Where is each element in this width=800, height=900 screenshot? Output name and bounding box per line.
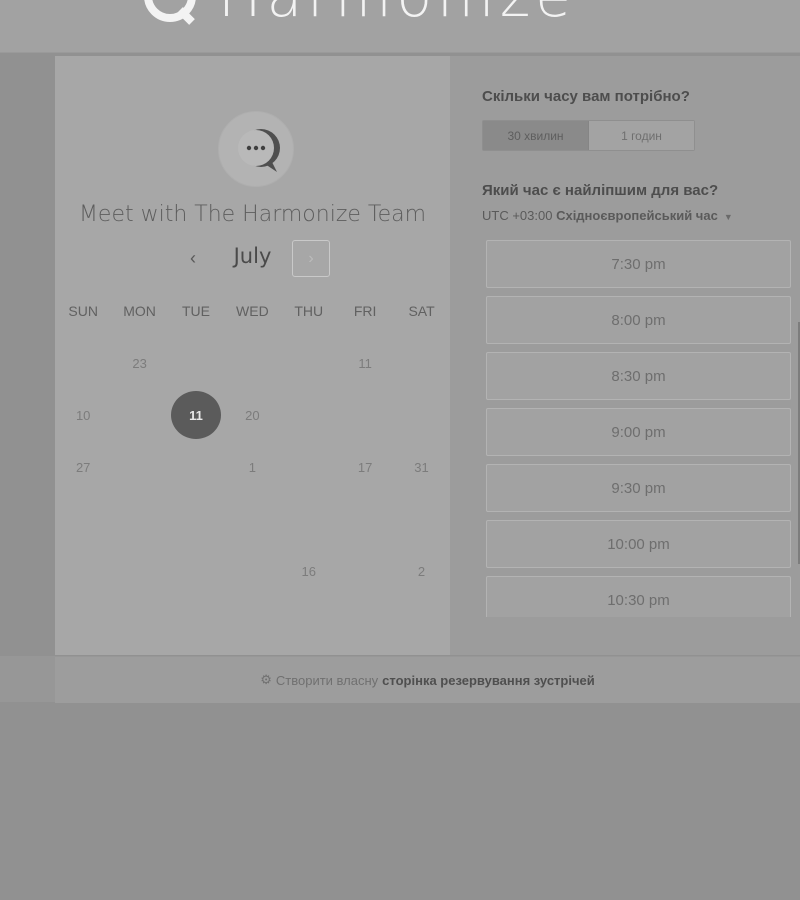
weekday-header: SUN MON TUE WED THU FRI SAT	[55, 303, 450, 323]
duration-30min-button[interactable]: 30 хвилин	[483, 121, 589, 150]
weekday-label: MON	[123, 303, 156, 319]
time-slot-list: 7:30 pm 8:00 pm 8:30 pm 9:00 pm 9:30 pm …	[486, 240, 791, 617]
calendar-day-selected[interactable]: 11	[168, 389, 224, 441]
weekday-label: WED	[236, 303, 269, 319]
time-slot-button[interactable]: 9:30 pm	[486, 464, 791, 512]
calendar-empty-cell	[281, 493, 337, 545]
chat-bubble-icon	[238, 129, 280, 172]
calendar-day[interactable]: 11	[337, 337, 393, 389]
calendar-empty-cell	[168, 493, 224, 545]
time-slot-button[interactable]: 7:30 pm	[486, 240, 791, 288]
calendar-empty-cell	[337, 545, 393, 597]
calendar-day-number: 27	[75, 459, 91, 475]
weekday-label: THU	[294, 303, 324, 319]
weekday-label: SUN	[68, 303, 98, 319]
footer-link-text: сторінка резервування зустрічей	[382, 672, 595, 688]
month-label: July	[233, 244, 272, 268]
calendar-day-number: 16	[301, 563, 316, 579]
calendar-day[interactable]: 10	[55, 389, 111, 441]
calendar-day[interactable]: 2	[393, 545, 449, 597]
calendar-day-number: 1	[248, 459, 256, 475]
booking-panel: Скільки часу вам потрібно? 30 хвилин 1 г…	[450, 56, 800, 655]
calendar-empty-cell	[281, 389, 337, 441]
calendar-empty-cell	[393, 389, 449, 441]
calendar-empty-cell	[337, 493, 393, 545]
time-question: Який час є найліпшим для вас?	[482, 182, 719, 199]
calendar-empty-cell	[111, 493, 167, 545]
weekday-label: TUE	[181, 303, 210, 319]
calendar-empty-cell	[337, 389, 393, 441]
calendar-day-number: 2	[417, 563, 426, 579]
team-avatar	[218, 111, 294, 187]
calendar-empty-cell	[55, 337, 111, 389]
timezone-selector[interactable]: UTC +03:00 Східноєвропейський час ▼	[482, 208, 733, 223]
calendar-day-number: 10	[75, 407, 91, 423]
calendar-empty-cell	[393, 337, 449, 389]
weekday-label: FRI	[353, 303, 377, 319]
prev-month-button[interactable]: ‹	[180, 243, 206, 273]
calendar-day[interactable]: 17	[337, 441, 393, 493]
calendar-day[interactable]: 23	[111, 337, 167, 389]
time-slot-button[interactable]: 9:00 pm	[486, 408, 791, 456]
month-navigation: ‹ July ›	[55, 238, 450, 280]
calendar-day-number: 20	[245, 407, 260, 423]
calendar-empty-cell	[168, 337, 224, 389]
brand-header: Harmonize	[0, 0, 800, 53]
calendar-empty-cell	[281, 441, 337, 493]
calendar-day[interactable]: 16	[281, 545, 337, 597]
calendar-day-number: 11	[170, 391, 221, 439]
duration-toggle: 30 хвилин 1 годин	[482, 120, 695, 151]
calendar-day-number: 23	[132, 355, 147, 371]
calendar-panel: Meet with The Harmonize Team ‹ July › SU…	[55, 56, 450, 655]
calendar-empty-cell	[55, 493, 111, 545]
weekday-label: SAT	[408, 303, 435, 319]
calendar-empty-cell	[111, 389, 167, 441]
calendar-empty-cell	[55, 545, 111, 597]
next-month-button[interactable]: ›	[292, 240, 330, 277]
calendar-empty-cell	[168, 545, 224, 597]
brand-mark-icon	[144, 0, 196, 25]
calendar-empty-cell	[111, 545, 167, 597]
time-slot-button[interactable]: 8:30 pm	[486, 352, 791, 400]
time-slot-button[interactable]: 10:00 pm	[486, 520, 791, 568]
calendar-empty-cell	[281, 337, 337, 389]
calendar-day[interactable]: 1	[224, 441, 280, 493]
calendar-day[interactable]: 20	[224, 389, 280, 441]
duration-1hour-button[interactable]: 1 годин	[589, 121, 694, 150]
footer-left-edge	[0, 656, 55, 702]
calendar-day-number: 17	[357, 459, 373, 475]
calendar-empty-cell	[224, 545, 280, 597]
footer-prefix: Створити власну	[275, 672, 379, 688]
time-slot-button[interactable]: 10:30 pm	[486, 576, 791, 617]
calendar-day[interactable]: 27	[55, 441, 111, 493]
meeting-title: Meet with The Harmonize Team	[78, 202, 427, 227]
duration-question: Скільки часу вам потрібно?	[482, 88, 690, 105]
timezone-name: Східноєвропейський час	[556, 208, 718, 223]
caret-down-icon: ▼	[723, 212, 733, 222]
calendar-day[interactable]: 31	[393, 441, 449, 493]
calendar-empty-cell	[393, 493, 449, 545]
calendar-day-number: 11	[358, 355, 372, 371]
calendar-day-number: 31	[414, 459, 429, 475]
calendar-empty-cell	[224, 493, 280, 545]
brand-name: Harmonize	[218, 0, 576, 26]
time-slot-button[interactable]: 8:00 pm	[486, 296, 791, 344]
calendar-empty-cell	[168, 441, 224, 493]
calendar-empty-cell	[224, 337, 280, 389]
calendar-empty-cell	[111, 441, 167, 493]
calendar-grid: 23 11 10 11 20 27 1 17 31 16 2	[55, 337, 450, 597]
create-booking-page-link[interactable]: ⚙ Створити власну сторінка резервування …	[55, 656, 800, 703]
timezone-offset: UTC +03:00	[482, 208, 553, 223]
sprocket-icon: ⚙	[260, 672, 272, 687]
brand-logo: Harmonize	[140, 0, 576, 26]
